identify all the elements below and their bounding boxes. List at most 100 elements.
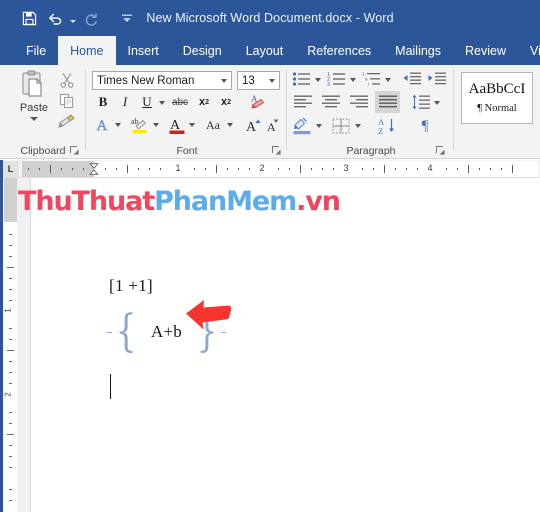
horizontal-ruler[interactable]: L 1 2 3 4 — [0, 160, 540, 178]
bullets-button[interactable] — [291, 70, 313, 88]
highlight-icon: ab — [131, 117, 147, 134]
sort-button[interactable]: A Z — [375, 115, 399, 137]
decrease-indent-icon — [403, 72, 421, 85]
cut-button[interactable] — [56, 70, 78, 90]
bullets-icon — [292, 72, 310, 86]
multilevel-list-button[interactable]: 1 a i — [361, 70, 383, 88]
document-canvas[interactable]: [1 +1] { A+b } — [18, 178, 540, 512]
align-center-icon — [322, 95, 340, 108]
font-color-caret-icon[interactable] — [189, 123, 195, 127]
grow-font-button[interactable]: A — [245, 115, 263, 135]
tab-review[interactable]: Review — [453, 36, 518, 65]
decrease-indent-button[interactable] — [401, 70, 423, 88]
borders-caret-icon[interactable] — [355, 124, 361, 128]
watermark-part-1: ThuThuat — [18, 186, 155, 217]
document-content[interactable]: [1 +1] { A+b } — [31, 178, 540, 512]
font-color-button[interactable]: A — [167, 115, 187, 135]
underline-caret-icon[interactable] — [159, 101, 165, 105]
multilevel-list-caret-icon[interactable] — [385, 78, 391, 82]
ruler-number-1: 1 — [175, 163, 181, 173]
strikethrough-button[interactable]: abc — [169, 93, 191, 111]
red-arrow-annotation — [186, 300, 232, 330]
site-watermark: ThuThuatPhanMem.vn — [18, 186, 341, 217]
equation-left-tick-icon — [107, 331, 112, 333]
group-label-paragraph: Paragraph — [346, 145, 396, 157]
borders-button[interactable] — [330, 116, 352, 136]
ruler-number-2: 2 — [259, 163, 265, 173]
text-highlight-button[interactable]: ab — [129, 115, 151, 135]
bracket-text-line[interactable]: [1 +1] — [109, 276, 153, 296]
ribbon-group-clipboard: Paste Clipboard — [0, 65, 86, 159]
tab-design[interactable]: Design — [171, 36, 234, 65]
tab-view[interactable]: View — [518, 36, 540, 65]
horizontal-ruler-track[interactable]: 1 2 3 4 — [22, 161, 538, 177]
tab-stop-selector[interactable]: L — [2, 161, 19, 177]
borders-icon — [332, 118, 350, 134]
paragraph-dialog-launcher[interactable] — [436, 146, 446, 156]
shrink-font-button[interactable]: A — [265, 115, 283, 135]
tab-mailings[interactable]: Mailings — [383, 36, 453, 65]
font-name-combobox[interactable]: Times New Roman — [92, 71, 232, 90]
paste-label: Paste — [19, 102, 49, 114]
font-dialog-launcher[interactable] — [272, 146, 282, 156]
superscript-index: 2 — [227, 98, 232, 106]
tab-insert[interactable]: Insert — [116, 36, 171, 65]
underline-button[interactable]: U — [139, 93, 155, 111]
group-separator — [453, 70, 454, 150]
align-center-button[interactable] — [319, 93, 343, 111]
highlight-caret-icon[interactable] — [153, 123, 159, 127]
style-sample-text: AaBbCcI — [468, 81, 526, 97]
grow-font-icon: A — [246, 119, 261, 134]
save-icon[interactable] — [16, 6, 42, 30]
document-page[interactable]: [1 +1] { A+b } — [30, 178, 540, 512]
clear-formatting-button[interactable]: A — [247, 92, 267, 112]
font-size-combobox[interactable]: 13 — [237, 71, 280, 90]
top-margin-zone — [4, 178, 17, 222]
ribbon-tab-bar: File Home Insert Design Layout Reference… — [0, 36, 540, 65]
copy-button[interactable] — [56, 91, 78, 111]
font-size-caret-icon[interactable] — [269, 79, 275, 83]
svg-text:3: 3 — [327, 82, 330, 87]
text-effects-button[interactable]: A — [93, 115, 113, 135]
tab-layout[interactable]: Layout — [234, 36, 296, 65]
shading-caret-icon[interactable] — [316, 124, 322, 128]
change-case-caret-icon[interactable] — [227, 123, 233, 127]
line-spacing-button[interactable] — [410, 93, 432, 111]
cut-icon — [60, 73, 74, 88]
align-justify-button[interactable] — [375, 91, 400, 113]
customize-quick-access-icon[interactable] — [114, 6, 140, 30]
undo-icon[interactable] — [42, 6, 68, 30]
bullets-caret-icon[interactable] — [315, 78, 321, 82]
increase-indent-icon — [428, 72, 446, 85]
tab-file[interactable]: File — [14, 36, 58, 65]
font-color-icon: A — [169, 118, 185, 134]
undo-dropdown-caret-icon[interactable] — [68, 6, 78, 30]
subscript-button[interactable]: x2 — [195, 93, 213, 111]
svg-text:A: A — [97, 118, 108, 134]
format-painter-button[interactable] — [56, 112, 78, 132]
text-effects-caret-icon[interactable] — [115, 123, 121, 127]
italic-button[interactable]: I — [117, 93, 133, 111]
ruler-number-4: 4 — [427, 163, 433, 173]
align-right-button[interactable] — [347, 93, 371, 111]
show-formatting-marks-button[interactable]: ¶ — [414, 115, 436, 137]
bold-button[interactable]: B — [95, 93, 111, 111]
align-left-icon — [294, 95, 312, 108]
paste-button[interactable]: Paste — [12, 70, 56, 132]
style-normal-button[interactable]: AaBbCcI ¶ Normal — [461, 72, 533, 124]
tab-home[interactable]: Home — [58, 36, 116, 65]
change-case-button[interactable]: Aa — [201, 115, 225, 135]
numbering-caret-icon[interactable] — [350, 78, 356, 82]
align-left-button[interactable] — [291, 93, 315, 111]
paste-dropdown-caret-icon[interactable] — [30, 117, 38, 121]
indent-markers-icon[interactable] — [89, 161, 99, 178]
window-left-border — [0, 160, 3, 512]
numbering-button[interactable]: 1 2 3 — [326, 70, 348, 88]
font-name-caret-icon[interactable] — [221, 79, 227, 83]
increase-indent-button[interactable] — [426, 70, 448, 88]
tab-references[interactable]: References — [295, 36, 383, 65]
line-spacing-caret-icon[interactable] — [434, 101, 440, 105]
superscript-button[interactable]: x2 — [217, 93, 235, 111]
shading-button[interactable] — [291, 116, 313, 136]
clipboard-dialog-launcher[interactable] — [70, 146, 80, 156]
